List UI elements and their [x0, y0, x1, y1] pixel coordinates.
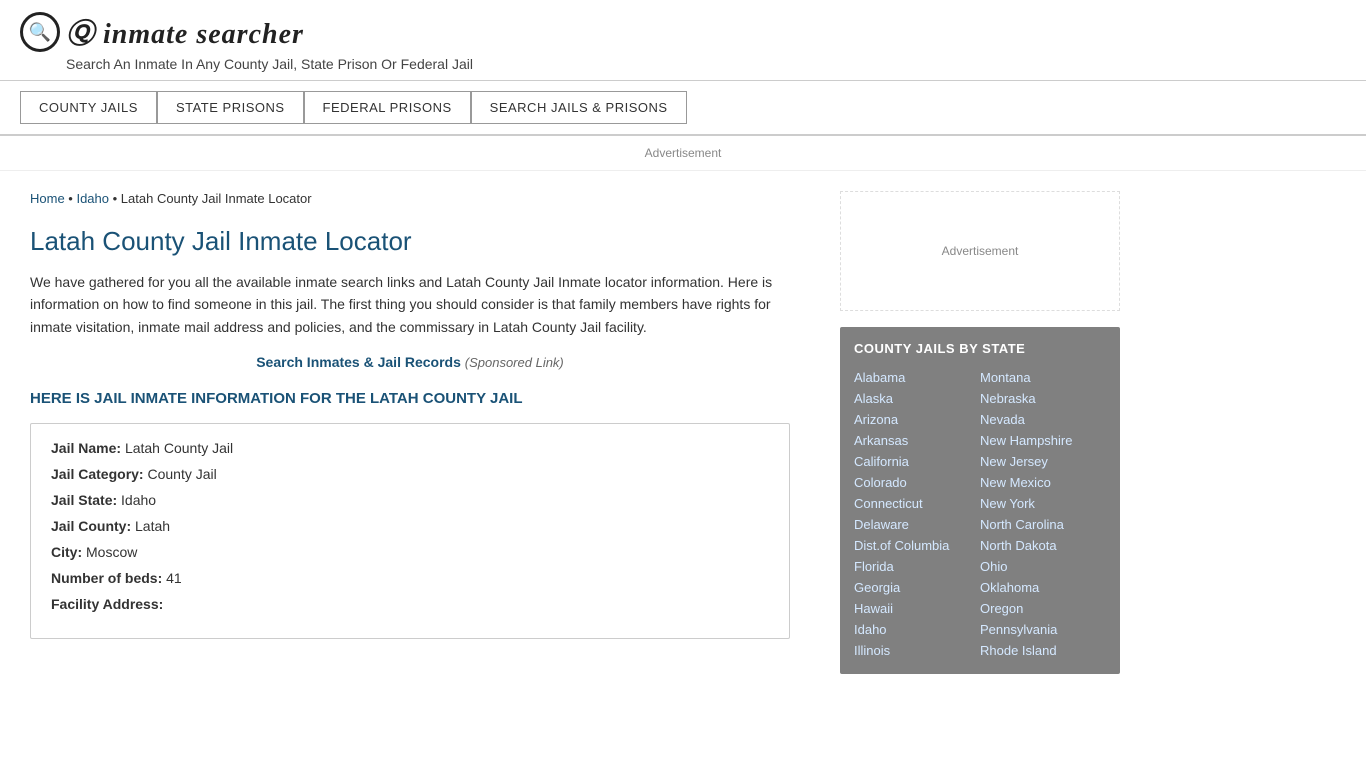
jail-name-label: Jail Name: — [51, 440, 121, 456]
jail-name-value: Latah County Jail — [125, 440, 233, 456]
sidebar: Advertisement COUNTY JAILS BY STATE Alab… — [820, 171, 1130, 694]
state-link[interactable]: Georgia — [854, 578, 980, 597]
state-link[interactable]: Ohio — [980, 557, 1106, 576]
state-link[interactable]: Colorado — [854, 473, 980, 492]
jail-beds-value: 41 — [166, 570, 182, 586]
state-link[interactable]: Illinois — [854, 641, 980, 660]
state-link[interactable]: Oregon — [980, 599, 1106, 618]
jail-state-label: Jail State: — [51, 492, 117, 508]
jail-beds-row: Number of beds: 41 — [51, 570, 769, 586]
state-link[interactable]: Alaska — [854, 389, 980, 408]
state-columns: Alabama Alaska Arizona Arkansas California Co… — [854, 368, 1106, 660]
state-box-title: COUNTY JAILS BY STATE — [854, 341, 1106, 356]
nav-county-jails[interactable]: COUNTY JAILS — [20, 91, 157, 124]
state-link[interactable]: Pennsylvania — [980, 620, 1106, 639]
jail-category-row: Jail Category: County Jail — [51, 466, 769, 482]
jail-address-row: Facility Address: — [51, 596, 769, 612]
jail-city-row: City: Moscow — [51, 544, 769, 560]
breadcrumb: Home • Idaho • Latah County Jail Inmate … — [30, 191, 790, 206]
state-link[interactable]: Hawaii — [854, 599, 980, 618]
state-link[interactable]: New York — [980, 494, 1106, 513]
state-link[interactable]: Connecticut — [854, 494, 980, 513]
breadcrumb-home[interactable]: Home — [30, 191, 65, 206]
breadcrumb-current: Latah County Jail Inmate Locator — [121, 191, 312, 206]
state-link[interactable]: Arkansas — [854, 431, 980, 450]
state-link[interactable]: Idaho — [854, 620, 980, 639]
ad-banner: Advertisement — [0, 136, 1366, 171]
state-link[interactable]: North Carolina — [980, 515, 1106, 534]
breadcrumb-state[interactable]: Idaho — [76, 191, 109, 206]
state-link[interactable]: Dist.of Columbia — [854, 536, 980, 555]
state-link[interactable]: Nevada — [980, 410, 1106, 429]
state-link[interactable]: California — [854, 452, 980, 471]
jail-city-label: City: — [51, 544, 82, 560]
state-link[interactable]: New Hampshire — [980, 431, 1106, 450]
state-link[interactable]: Rhode Island — [980, 641, 1106, 660]
ad-sidebar: Advertisement — [840, 191, 1120, 311]
state-link[interactable]: Oklahoma — [980, 578, 1106, 597]
main-layout: Home • Idaho • Latah County Jail Inmate … — [0, 171, 1366, 694]
nav-federal-prisons[interactable]: FEDERAL PRISONS — [304, 91, 471, 124]
state-link[interactable]: Nebraska — [980, 389, 1106, 408]
state-link[interactable]: New Jersey — [980, 452, 1106, 471]
logo-text-span: Ⓠ inmate searcher — [66, 19, 304, 50]
jail-city-value: Moscow — [86, 544, 137, 560]
description: We have gathered for you all the availab… — [30, 271, 790, 338]
logo-area: 🔍 Ⓠ inmate searcher — [20, 12, 1346, 52]
header: 🔍 Ⓠ inmate searcher Search An Inmate In … — [0, 0, 1366, 81]
jail-county-label: Jail County: — [51, 518, 131, 534]
sponsored-link-area: Search Inmates & Jail Records (Sponsored… — [30, 354, 790, 370]
state-link[interactable]: Florida — [854, 557, 980, 576]
nav-search-jails[interactable]: SEARCH JAILS & PRISONS — [471, 91, 687, 124]
state-link[interactable]: Montana — [980, 368, 1106, 387]
state-link[interactable]: Arizona — [854, 410, 980, 429]
info-heading: HERE IS JAIL INMATE INFORMATION FOR THE … — [30, 390, 790, 407]
jail-state-value: Idaho — [121, 492, 156, 508]
jail-county-value: Latah — [135, 518, 170, 534]
page-title: Latah County Jail Inmate Locator — [30, 226, 790, 257]
nav-state-prisons[interactable]: STATE PRISONS — [157, 91, 304, 124]
jail-county-row: Jail County: Latah — [51, 518, 769, 534]
nav: COUNTY JAILS STATE PRISONS FEDERAL PRISO… — [0, 81, 1366, 136]
logo-text: Ⓠ inmate searcher — [66, 12, 304, 52]
state-link[interactable]: North Dakota — [980, 536, 1106, 555]
tagline: Search An Inmate In Any County Jail, Sta… — [66, 56, 1346, 72]
sponsored-link[interactable]: Search Inmates & Jail Records — [256, 354, 461, 370]
state-col-right: Montana Nebraska Nevada New Hampshire New Je… — [980, 368, 1106, 660]
jail-beds-label: Number of beds: — [51, 570, 162, 586]
state-link[interactable]: Alabama — [854, 368, 980, 387]
jail-category-value: County Jail — [147, 466, 216, 482]
state-box: COUNTY JAILS BY STATE Alabama Alaska Arizo… — [840, 327, 1120, 674]
sponsored-note: (Sponsored Link) — [465, 355, 564, 370]
logo-icon: 🔍 — [20, 12, 60, 52]
jail-category-label: Jail Category: — [51, 466, 144, 482]
content-area: Home • Idaho • Latah County Jail Inmate … — [0, 171, 820, 694]
jail-info-box: Jail Name: Latah County Jail Jail Catego… — [30, 423, 790, 639]
jail-address-label: Facility Address: — [51, 596, 163, 612]
state-link[interactable]: Delaware — [854, 515, 980, 534]
state-col-left: Alabama Alaska Arizona Arkansas California Co… — [854, 368, 980, 660]
state-link[interactable]: New Mexico — [980, 473, 1106, 492]
jail-name-row: Jail Name: Latah County Jail — [51, 440, 769, 456]
jail-state-row: Jail State: Idaho — [51, 492, 769, 508]
